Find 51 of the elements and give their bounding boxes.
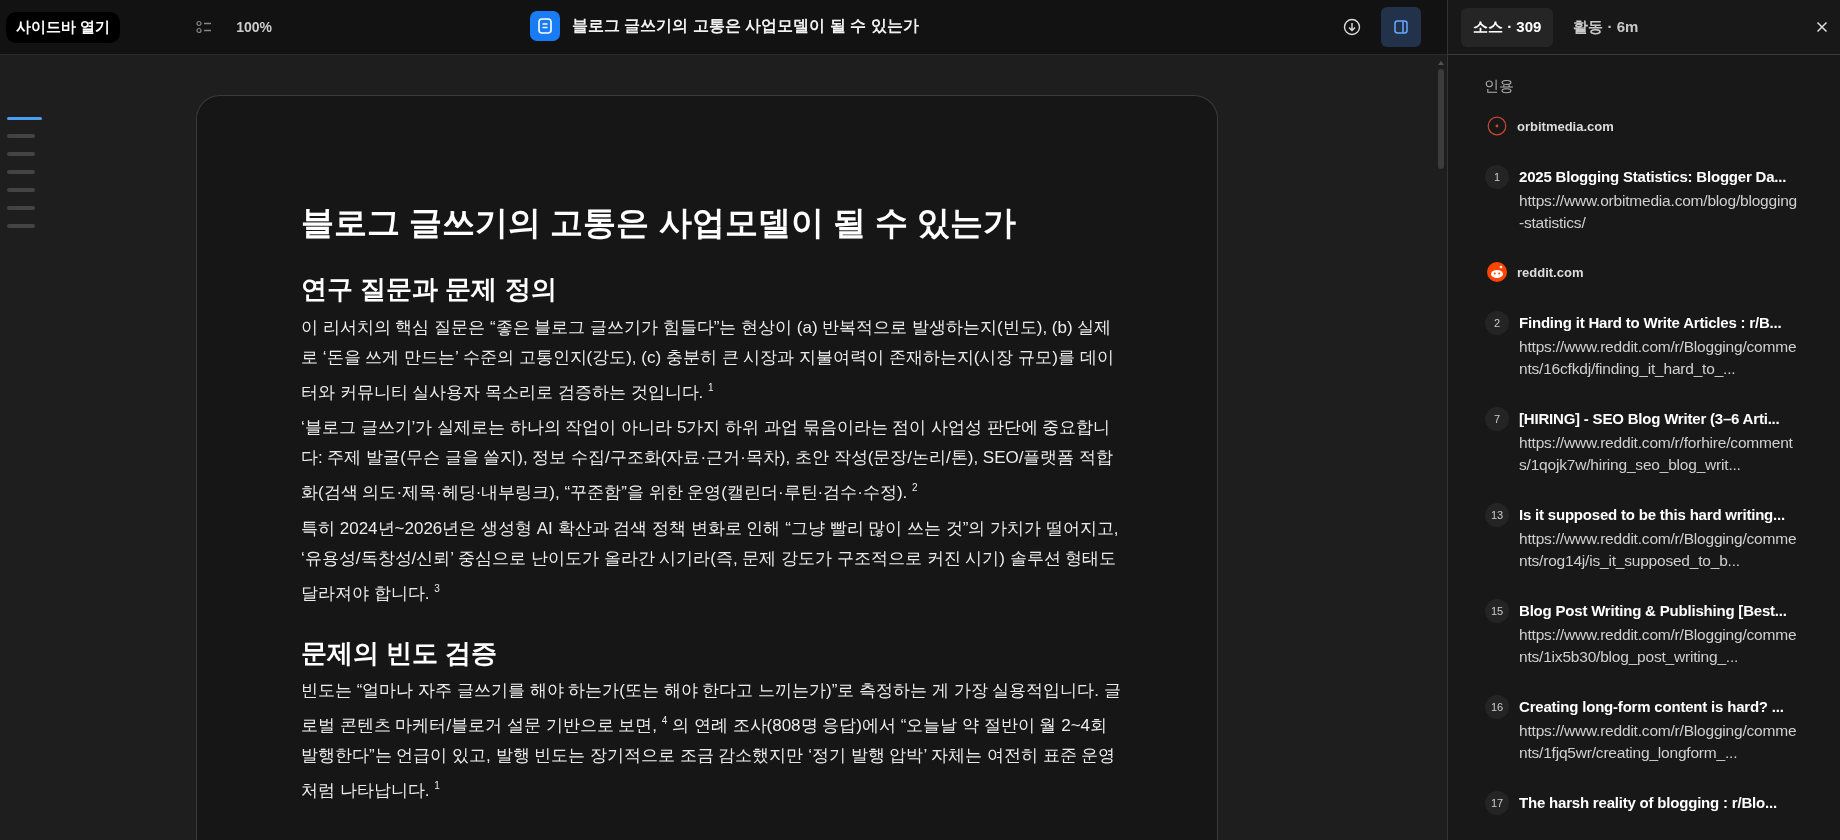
citation-url[interactable]: https://www.orbitmedia.com/blog/blogging-statistics/ — [1519, 190, 1801, 234]
citation-url[interactable]: https://www.reddit.com/r/Blogging/comments/1ix5b30/blog_post_writing_... — [1519, 624, 1801, 668]
citation-number: 1 — [1485, 165, 1509, 189]
citation-title[interactable]: Blog Post Writing & Publishing [Best... — [1519, 598, 1825, 624]
panel-tab[interactable]: 소스 · 309 — [1461, 7, 1554, 47]
citation-number: 7 — [1485, 407, 1509, 431]
site-logo-icon — [1487, 262, 1507, 282]
section-heading: 문제의 빈도 검증 — [301, 636, 499, 670]
outline-marker[interactable] — [7, 188, 35, 192]
citation-number: 13 — [1485, 503, 1509, 527]
outline-marker[interactable] — [7, 206, 35, 210]
close-icon[interactable] — [1816, 21, 1828, 33]
outline-marker[interactable] — [7, 224, 35, 228]
citation-title[interactable]: [HIRING] - SEO Blog Writer (3–6 Arti... — [1519, 406, 1825, 432]
panel-icon — [1394, 20, 1408, 34]
citation-title[interactable]: 2025 Blogging Statistics: Blogger Da... — [1519, 164, 1825, 190]
outline-marker[interactable] — [7, 134, 35, 138]
zoom-level: 100% — [236, 19, 272, 35]
paragraph: 빈도는 “얼마나 자주 글쓰기를 해야 하는가(또는 해야 한다고 느끼는가)”로 측정하는 게 가장 실용적입니다. 글로벌 콘텐츠 마케터/블로거 설문 기반으로 보면, $^{4}$ 의 연례 조사(808명 응답)에서 “오늘날 약 절반이 월 2~4회 발행한다”는 언급이 있고, 발행 빈도는 장기적으로 조금 감소했지만 ‘정기 발행 압박’ 자체는 여전히 표준 운영처럼 나타납니다. $^{1}$ — [301, 680, 1121, 802]
citation-url[interactable]: https://www.reddit.com/r/forhire/comments/1qojk7w/hiring_seo_blog_writ... — [1519, 432, 1801, 476]
citation-title[interactable]: Creating long-form content is hard? ... — [1519, 694, 1825, 720]
outline-marker[interactable] — [7, 117, 42, 120]
outline-marker[interactable] — [7, 170, 35, 174]
citation-url[interactable]: https://www.reddit.com/r/Blogging/comments/16cfkdj/finding_it_hard_to_... — [1519, 336, 1801, 380]
panel-toggle-button[interactable] — [1381, 7, 1421, 47]
citation-number: 2 — [1485, 311, 1509, 335]
section-heading: 연구 질문과 문제 정의 — [301, 272, 558, 306]
citation-title[interactable]: Finding it Hard to Write Articles : r/B... — [1519, 310, 1825, 336]
paragraph: 이 리서치의 핵심 질문은 “좋은 블로그 글쓰기가 힘들다”는 현상이 (a) 반복적으로 발생하는지(빈도), (b) 실제로 ‘돈을 쓰게 만드는’ 수준의 고통인지(강도), (c) 충분히 큰 시장과 지불여력이 존재하는지(시장 규모)를 데이터와 커뮤니티 실사용자 목소리로 검증하는 것입니다. $^{1}$ — [301, 316, 1115, 404]
citation-number: 15 — [1485, 599, 1509, 623]
panel-tab[interactable]: 활동 · 6m — [1561, 7, 1651, 47]
document-title: 블로그 글쓰기의 고통은 사업모델이 될 수 있는가 — [572, 15, 919, 36]
document-icon — [530, 11, 560, 41]
list-icon[interactable] — [196, 20, 213, 34]
source-domain: reddit.com — [1517, 264, 1584, 280]
scrollbar[interactable] — [1437, 61, 1445, 171]
citation-number: 16 — [1485, 695, 1509, 719]
document-heading: 블로그 글쓰기의 고통은 사업모델이 될 수 있는가 — [301, 203, 1017, 243]
source-domain: orbitmedia.com — [1517, 118, 1614, 134]
citation-url[interactable]: https://www.reddit.com/r/Blogging/comments/1fjq5wr/creating_longform_... — [1519, 720, 1801, 764]
sidebar-open-button[interactable]: 사이드바 열기 — [6, 11, 121, 43]
section-label: 인용 — [1484, 77, 1515, 96]
citation-url[interactable]: https://www.reddit.com/r/Blogging/comments/rog14j/is_it_supposed_to_b... — [1519, 528, 1801, 572]
citation-number: 17 — [1485, 791, 1509, 815]
citation-title[interactable]: The harsh reality of blogging : r/Blo... — [1519, 790, 1825, 816]
outline-marker[interactable] — [7, 152, 35, 156]
paragraph: 특히 2024년~2026년은 생성형 AI 확산과 검색 정책 변화로 인해 “그냥 빨리 많이 쓰는 것”의 가치가 떨어지고, ‘유용성/독창성/신뢰’ 중심으로 난이도가 올라간 시기라(즉, 문제 강도가 구조적으로 커진 시기) 솔루션 형태도 달라져야 합니다. $^{3}$ — [301, 518, 1120, 605]
site-logo-icon — [1487, 116, 1507, 136]
download-icon[interactable] — [1343, 18, 1361, 36]
citation-title[interactable]: Is it supposed to be this hard writing... — [1519, 502, 1825, 528]
paragraph: ‘블로그 글쓰기’가 실제로는 하나의 작업이 아니라 5가지 하위 과업 묶음이라는 점이 사업성 판단에 중요합니다: 주제 발굴(무슨 글을 쓸지), 정보 수집/구조화(자료·근거·목차), 초안 작성(문장/논리/톤), SEO/플랫폼 적합화(검색 의도·제목·헤딩·내부링크), “꾸준함”을 위한 운영(캘린더·루틴·검수·수정). $^{2}$ — [301, 417, 1115, 504]
